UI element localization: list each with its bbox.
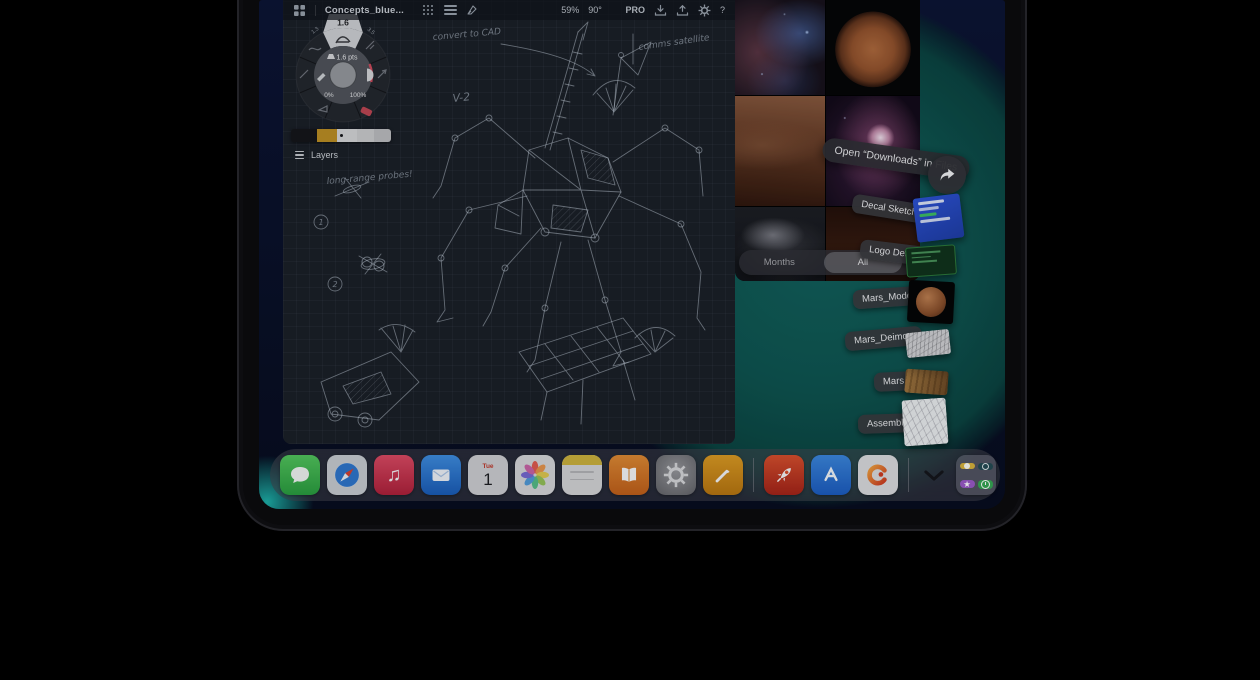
layers-label: Layers [311,150,338,160]
music-note-glyph: ♫ [387,465,402,485]
drag-thumb-assembly[interactable] [901,398,948,447]
tab-months[interactable]: Months [764,250,795,275]
chevron-down-icon [924,470,944,481]
export-icon[interactable] [676,3,689,17]
app-store-icon[interactable] [811,455,851,495]
zoom-level[interactable]: 59% [561,5,579,15]
swatch-dim-gray[interactable] [374,129,391,142]
wheel-opacity-min: 0% [324,92,334,99]
annotation-probes-note: long-range probes! [326,170,413,187]
annotation-number-1: 1 [319,218,324,227]
app-grid-icon[interactable] [293,3,306,17]
swatch-black[interactable] [291,129,317,142]
photos-app-icon[interactable] [515,455,555,495]
toolbar-separator [315,5,316,16]
import-icon[interactable] [654,3,667,17]
calendar-app-icon[interactable]: Tue 1 [468,455,508,495]
share-button[interactable] [928,156,966,194]
color-swatch-bar[interactable] [291,129,391,142]
wheel-active-tool: 1.6 pts [336,55,358,62]
dock-chevron-button[interactable] [919,455,949,495]
dots-grid-icon[interactable] [422,3,435,17]
layers-stack-icon[interactable] [444,3,457,17]
layers-control[interactable]: Layers [295,150,338,160]
ipad-bezel: convert to CAD comms satellite V-2 long-… [237,0,1027,531]
mini-clock-icon [978,480,993,489]
settings-gear-icon[interactable] [698,3,711,17]
mini-star-icon: ★ [960,480,975,489]
dock-divider-2 [908,458,909,492]
rotation-value[interactable]: 90° [588,5,602,15]
mini-tips-icon [960,463,975,469]
annotation-number-2: 2 [333,280,338,289]
photo-horsehead-nebula[interactable] [735,0,825,95]
annotation-satellite-note: comms satellite [638,33,711,53]
rocket-app-icon[interactable] [764,455,804,495]
photo-mars-surface[interactable] [735,96,825,206]
share-arrow-icon [937,166,957,184]
photos-flower-icon [520,460,550,490]
mail-app-icon[interactable] [421,455,461,495]
pen-sketch-app-icon[interactable] [703,455,743,495]
music-app-icon[interactable]: ♫ [374,455,414,495]
c-logo-app-icon[interactable] [858,455,898,495]
stage: convert to CAD comms satellite V-2 long-… [0,0,1260,680]
mini-camera-icon [978,463,993,470]
notes-app-icon[interactable] [562,455,602,495]
settings-app-icon[interactable] [656,455,696,495]
dock-divider-1 [753,458,754,492]
ipad-screen: convert to CAD comms satellite V-2 long-… [259,0,1005,509]
concepts-window[interactable]: convert to CAD comms satellite V-2 long-… [283,0,735,444]
photo-mars-planet[interactable] [826,0,920,95]
concepts-toolbar: Concepts_blue... 59% 90° PRO [283,0,735,20]
drag-thumb-mars-deimos[interactable] [905,329,951,358]
swatch-gold[interactable] [317,129,337,142]
document-title[interactable]: Concepts_blue... [325,5,404,16]
drag-thumb-logo-detail[interactable] [905,244,957,277]
pro-badge[interactable]: PRO [625,5,645,15]
swatch-selection-dot [340,134,343,137]
swatch-gray[interactable] [357,129,374,142]
help-button[interactable]: ? [720,5,725,15]
layers-menu-icon [295,151,304,160]
safari-app-icon[interactable] [327,455,367,495]
calendar-day: 1 [483,471,492,490]
wheel-opacity-max: 100% [350,92,367,99]
app-library-icon[interactable]: ★ [956,455,996,495]
drag-thumb-decal-sketches[interactable] [912,193,964,242]
books-app-icon[interactable] [609,455,649,495]
pen-nib-icon[interactable] [466,3,479,17]
drag-thumb-mars[interactable] [904,369,949,396]
drag-thumb-mars-model[interactable] [907,280,955,324]
tool-wheel[interactable]: 1.3 3.5 1.6 1.6 pts 0% 100% [289,8,397,134]
messages-app-icon[interactable] [280,455,320,495]
notes-header [562,455,602,465]
annotation-arrow-note: convert to CAD [432,27,501,43]
dock: ♫ Tue 1 [270,449,1000,501]
annotation-version-note: V-2 [452,90,471,105]
